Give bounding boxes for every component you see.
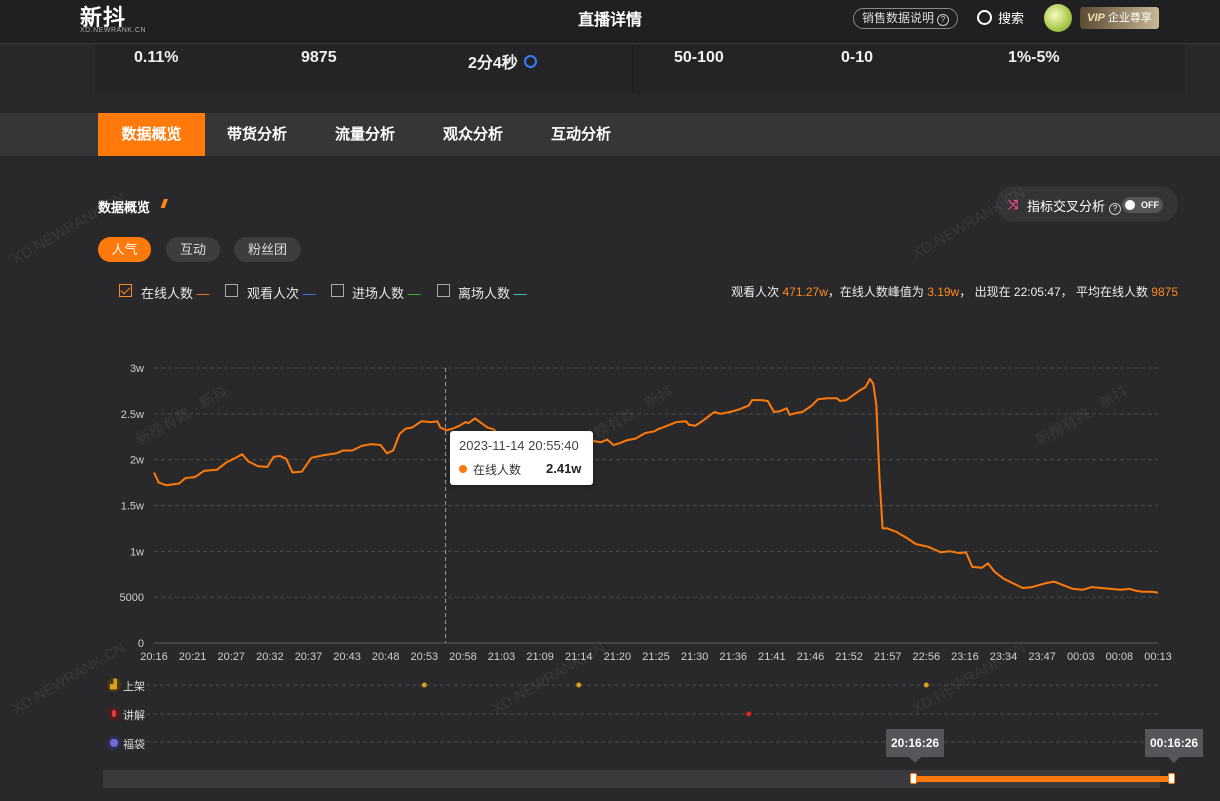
series-line-online [153,378,1159,594]
x-tick-label: 21:20 [604,651,632,663]
x-tick-label: 20:32 [256,651,284,663]
y-tick-label: 1.5w [121,501,144,513]
x-tick-label: 23:34 [990,651,1018,663]
y-tick-label: 0 [138,638,144,650]
x-tick-label: 21:46 [797,651,825,663]
x-tick-label: 23:47 [1028,651,1056,663]
range-start-label: 20:16:26 [886,729,945,763]
tooltip-series-name: 在线人数 [473,463,522,477]
event-label-explain: 讲解 [123,710,145,722]
y-tick-label: 2.5w [121,409,144,421]
range-end-handle[interactable] [1168,773,1175,784]
x-tick-label: 00:08 [1106,651,1134,663]
event-label-listing: 上架 [123,681,145,693]
x-tick-label: 21:41 [758,651,786,663]
tooltip-time: 2023-11-14 20:55:40 [459,438,579,453]
y-tick-label: 1w [130,546,144,558]
y-tick-label: 5000 [120,592,144,604]
x-tick-label: 20:48 [372,651,400,663]
event-marker [421,682,427,688]
y-tick-label: 3w [130,363,144,375]
x-tick-label: 22:56 [913,651,941,663]
x-tick-label: 21:25 [642,651,670,663]
x-tick-label: 21:52 [835,651,863,663]
mic-icon [107,707,121,721]
x-tick-label: 20:53 [411,651,439,663]
x-tick-label: 21:09 [526,651,554,663]
range-end-label: 00:16:26 [1145,729,1204,763]
x-tick-label: 20:16 [140,651,168,663]
event-marker [576,682,582,688]
event-label-lucky-bag: 福袋 [123,739,145,751]
x-tick-label: 23:16 [951,651,979,663]
event-marker [746,711,752,717]
bag-icon [107,736,121,750]
x-tick-label: 21:36 [719,651,747,663]
x-tick-label: 20:21 [179,651,207,663]
range-start-handle[interactable] [910,773,917,784]
x-tick-label: 21:30 [681,651,709,663]
time-range-selection[interactable] [913,776,1171,782]
x-tick-label: 00:03 [1067,651,1095,663]
x-tick-label: 21:03 [488,651,516,663]
tooltip-value: 2.41w [546,461,582,476]
x-tick-label: 00:13 [1144,651,1172,663]
x-tick-label: 20:37 [295,651,323,663]
x-tick-label: 20:58 [449,651,477,663]
x-tick-label: 20:43 [333,651,361,663]
cart-icon: ▟ [107,678,121,692]
line-chart[interactable]: 0 5000 1w 1.5w 2w 2.5w 3w 20:16 20:21 20:27 20:32 2… [0,0,1220,801]
x-tick-label: 20:27 [217,651,245,663]
tooltip-series-dot [459,465,467,473]
y-tick-label: 2w [130,455,144,467]
event-marker [923,682,929,688]
x-tick-label: 21:14 [565,651,593,663]
x-tick-label: 21:57 [874,651,902,663]
